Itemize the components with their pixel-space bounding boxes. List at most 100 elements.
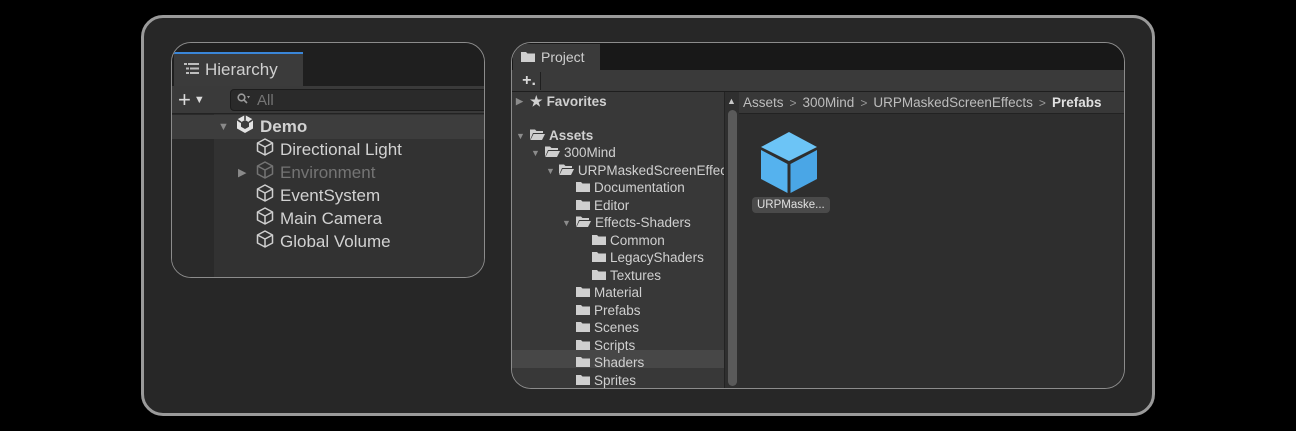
project-folder-tree: ▶ ★ Favorites ▼ Assets ▼ 300Mind ▼ URPMa…: [512, 92, 724, 388]
folder-tree-scrollbar[interactable]: ▲: [724, 92, 739, 388]
breadcrumb: Assets > 300Mind > URPMaskedScreenEffect…: [739, 92, 1124, 114]
tree-item-assets[interactable]: ▼ Assets: [516, 127, 593, 144]
tree-item-label: Scenes: [594, 320, 640, 335]
gameobject-cube-icon: [255, 183, 275, 208]
project-toolbar: +.: [512, 70, 1124, 92]
project-tab-bar: Project: [512, 43, 1124, 70]
gameobject-cube-icon: [255, 137, 275, 162]
hierarchy-search-input[interactable]: [257, 91, 457, 109]
hierarchy-item-environment[interactable]: ▶ Environment: [238, 161, 375, 184]
folder-icon: [576, 373, 590, 388]
folder-icon: [576, 198, 590, 213]
hierarchy-list-icon: [184, 60, 199, 80]
tree-item-label: Favorites: [546, 94, 607, 109]
gameobject-cube-icon: [255, 229, 275, 254]
tree-item-300mind[interactable]: ▼ 300Mind: [531, 144, 616, 161]
tree-item-label: Textures: [610, 268, 662, 283]
tree-item-textures[interactable]: Textures: [578, 267, 661, 284]
folder-icon: [576, 355, 590, 370]
tree-item-documentation[interactable]: Documentation: [562, 179, 685, 196]
tree-item-label: Effects-Shaders: [595, 215, 691, 230]
hierarchy-item-eventsystem[interactable]: EventSystem: [238, 184, 380, 207]
tree-item-label: Assets: [549, 128, 594, 143]
folder-icon: [592, 268, 606, 283]
tree-item-label: Scripts: [594, 338, 636, 353]
hierarchy-item-label: EventSystem: [280, 185, 381, 205]
breadcrumb-urpmaskedscreeneffects[interactable]: URPMaskedScreenEffects: [873, 95, 1033, 110]
star-icon: ★: [530, 93, 543, 109]
unity-scene-icon: [235, 114, 255, 139]
hierarchy-tree: ▼ Demo Directional Light ▶ Environment E…: [172, 114, 484, 277]
gameobject-cube-icon: [255, 160, 275, 185]
scrollbar-thumb[interactable]: [728, 110, 737, 386]
tree-item-sprites[interactable]: Sprites: [562, 372, 637, 388]
tree-item-editor[interactable]: Editor: [562, 197, 629, 214]
tree-item-label: Common: [610, 233, 665, 248]
tab-project-label: Project: [541, 49, 585, 65]
chevron-right-icon: >: [1038, 95, 1046, 110]
tree-item-label: Material: [594, 285, 643, 300]
expand-arrow-icon: ▼: [218, 120, 229, 133]
tab-project[interactable]: Project: [513, 44, 600, 70]
chevron-down-icon: ▼: [193, 94, 205, 106]
tree-item-label: Shaders: [594, 355, 645, 370]
hierarchy-item-directional-light[interactable]: Directional Light: [238, 138, 402, 161]
scene-row[interactable]: ▼ Demo: [172, 115, 484, 139]
folder-icon: [521, 49, 535, 65]
add-object-label: +: [178, 87, 191, 112]
chevron-right-icon: >: [789, 95, 797, 110]
hierarchy-item-main-camera[interactable]: Main Camera: [238, 207, 382, 230]
hierarchy-item-label: Main Camera: [280, 208, 383, 228]
tree-item-label: Prefabs: [594, 303, 641, 318]
folder-open-icon: [545, 145, 560, 160]
tree-item-label: Sprites: [594, 373, 637, 388]
tree-item-label: Editor: [594, 198, 630, 213]
toolbar-divider: [540, 72, 541, 90]
folder-icon: [576, 320, 590, 335]
tree-item-scripts[interactable]: Scripts: [562, 337, 635, 354]
tree-item-common[interactable]: Common: [578, 232, 665, 249]
hierarchy-item-label: Environment: [280, 162, 376, 182]
collapsed-arrow-icon: ▶: [238, 167, 247, 179]
scroll-up-arrow-icon[interactable]: ▲: [727, 96, 736, 106]
breadcrumb-assets[interactable]: Assets: [743, 95, 784, 110]
tree-item-shaders[interactable]: Shaders: [562, 354, 644, 371]
expand-arrow-icon: ▼: [531, 147, 540, 158]
gameobject-cube-icon: [255, 206, 275, 231]
folder-icon: [592, 250, 606, 265]
hierarchy-search[interactable]: [230, 89, 484, 111]
prefab-cube-icon[interactable]: [759, 130, 819, 194]
folder-icon: [576, 180, 590, 195]
tree-item-favorites[interactable]: ▶ ★ Favorites: [516, 93, 607, 110]
tree-item-effects-shaders[interactable]: ▼ Effects-Shaders: [562, 214, 691, 231]
folder-open-icon: [576, 215, 591, 230]
asset-item-label[interactable]: URPMaske...: [752, 197, 830, 213]
hierarchy-item-label: Global Volume: [280, 231, 391, 251]
hierarchy-item-label: Directional Light: [280, 139, 402, 159]
scene-label: Demo: [260, 116, 308, 136]
collapsed-arrow-icon: ▶: [516, 96, 523, 106]
breadcrumb-prefabs[interactable]: Prefabs: [1052, 95, 1102, 110]
chevron-right-icon: >: [860, 95, 868, 110]
tree-item-scenes[interactable]: Scenes: [562, 319, 639, 336]
tree-item-material[interactable]: Material: [562, 284, 642, 301]
tree-item-prefabs[interactable]: Prefabs: [562, 302, 641, 319]
add-object-button[interactable]: + ▼: [178, 89, 205, 111]
hierarchy-item-global-volume[interactable]: Global Volume: [238, 230, 391, 253]
expand-arrow-icon: ▼: [546, 165, 555, 176]
tab-hierarchy-label: Hierarchy: [205, 60, 278, 79]
hierarchy-tab-bar: Hierarchy: [172, 43, 484, 86]
tree-item-label: LegacyShaders: [610, 250, 704, 265]
project-panel: Project +. ▶ ★ Favorites ▼ Assets ▼ 300M…: [511, 42, 1125, 389]
tree-item-urpmaskedscreeneffects[interactable]: ▼ URPMaskedScreenEffects: [546, 162, 724, 179]
breadcrumb-300mind[interactable]: 300Mind: [803, 95, 855, 110]
tab-hierarchy[interactable]: Hierarchy: [174, 52, 303, 86]
create-asset-button[interactable]: +.: [518, 71, 540, 91]
folder-icon: [576, 285, 590, 300]
folder-icon: [576, 303, 590, 318]
folder-icon: [592, 233, 606, 248]
search-icon: [237, 92, 251, 109]
folder-open-icon: [558, 163, 574, 178]
tree-item-legacyshaders[interactable]: LegacyShaders: [578, 249, 704, 266]
expand-arrow-icon: ▼: [516, 130, 525, 141]
